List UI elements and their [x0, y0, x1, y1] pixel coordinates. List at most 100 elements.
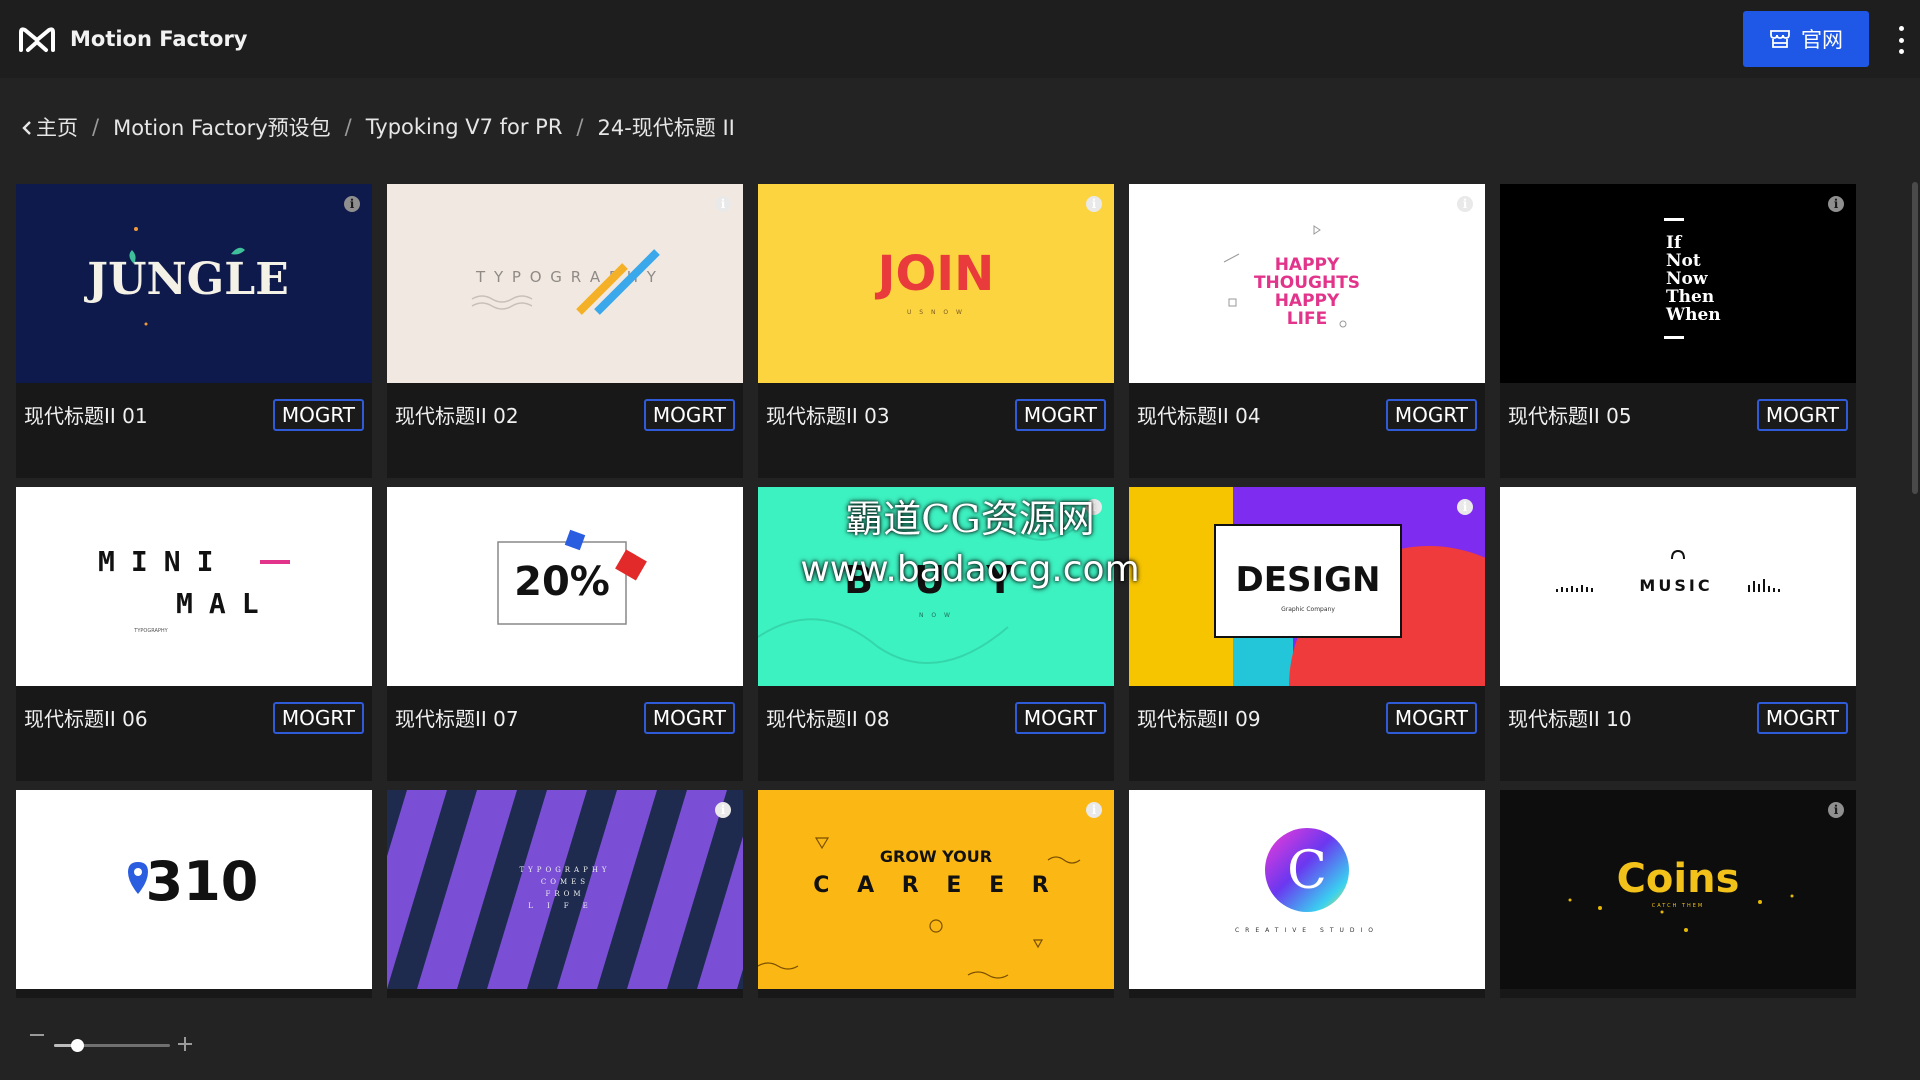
thumb-text-line: When [1665, 305, 1721, 325]
preset-title: 现代标题II 08 [766, 707, 890, 731]
zoom-out-icon[interactable] [30, 1034, 44, 1036]
top-bar: Motion Factory 官网 [0, 0, 1920, 78]
info-icon[interactable]: i [1828, 802, 1844, 818]
preset-thumbnail[interactable]: GROW YOUR C A R E E R i [758, 790, 1114, 989]
preset-card[interactable]: If Not Now Then When i 现代标题II 05 MOGRT [1500, 184, 1856, 478]
breadcrumb-separator: / [92, 115, 100, 139]
thumb-text-line: Then [1666, 287, 1714, 307]
preset-thumbnail[interactable]: MUSIC [1500, 487, 1856, 686]
preset-card[interactable]: MINI MAL TYPOGRAPHY 现代标题II 06 MOGRT [16, 487, 372, 781]
preset-thumbnail[interactable]: 310 [16, 790, 372, 989]
mogrt-badge-button[interactable]: MOGRT [643, 399, 735, 431]
preset-thumbnail[interactable]: 20% [387, 487, 743, 686]
thumb-text: 20% [514, 559, 610, 605]
preset-card[interactable]: 20% 现代标题II 07 MOGRT [387, 487, 743, 781]
info-icon[interactable]: i [1086, 499, 1102, 515]
preset-card[interactable]: JOIN U S N O W i 现代标题II 03 MOGRT [758, 184, 1114, 478]
preset-card[interactable]: 310 [16, 790, 372, 998]
preset-card[interactable]: B U Y N O W i 现代标题II 08 MOGRT [758, 487, 1114, 781]
motion-factory-logo-icon[interactable] [18, 24, 56, 54]
mogrt-badge-button[interactable]: MOGRT [1014, 702, 1106, 734]
zoom-slider[interactable] [54, 1039, 170, 1052]
mogrt-badge-button[interactable]: MOGRT [1756, 702, 1848, 734]
preset-card[interactable]: JUNGLE i 现代标题II 01 MOGRT [16, 184, 372, 478]
thumb-text: Coins [1617, 856, 1740, 902]
preset-grid: JUNGLE i 现代标题II 01 MOGRT T Y P O G R A P… [16, 184, 1859, 998]
preset-card[interactable]: T Y P O G R A P H Y i 现代标题II 02 MOGRT [387, 184, 743, 478]
scrollbar-thumb[interactable] [1912, 182, 1918, 494]
info-icon[interactable]: i [715, 802, 731, 818]
breadcrumb-level1[interactable]: Motion Factory预设包 [113, 112, 331, 142]
preset-title: 现代标题II 07 [395, 707, 519, 731]
preset-card[interactable]: HAPPY THOUGHTS HAPPY LIFE i 现代标题II 04 MO… [1129, 184, 1485, 478]
preset-thumbnail[interactable]: T Y P O G R A P H Y i [387, 184, 743, 383]
preset-title: 现代标题II 05 [1508, 404, 1632, 428]
info-icon[interactable]: i [1828, 196, 1844, 212]
preset-card[interactable]: GROW YOUR C A R E E R i [758, 790, 1114, 998]
app-title: Motion Factory [70, 27, 248, 51]
thumb-text-line: Not [1666, 251, 1701, 271]
thumb-subtext: TYPOGRAPHY [133, 628, 168, 634]
thumb-text-line: THOUGHTS [1254, 273, 1360, 293]
mogrt-badge-button[interactable]: MOGRT [1385, 702, 1477, 734]
breadcrumb-level2[interactable]: Typoking V7 for PR [366, 115, 563, 139]
preset-thumbnail[interactable]: Coins CATCH THEM i [1500, 790, 1856, 989]
thumb-subtext: CREATIVE STUDIO [1235, 927, 1379, 934]
thumb-text-line: FROM [545, 890, 584, 898]
thumb-text: JOIN [875, 246, 995, 302]
preset-title: 现代标题II 10 [1508, 707, 1632, 731]
official-site-label: 官网 [1801, 28, 1843, 52]
bottom-bar [0, 1000, 1920, 1080]
preset-thumbnail[interactable]: B U Y N O W i [758, 487, 1114, 686]
info-icon[interactable]: i [1086, 196, 1102, 212]
breadcrumb-separator: / [344, 115, 352, 139]
info-icon[interactable]: i [1086, 802, 1102, 818]
thumb-text: 310 [146, 850, 259, 913]
preset-thumbnail[interactable]: JUNGLE i [16, 184, 372, 383]
official-site-button[interactable]: 官网 [1743, 11, 1869, 67]
kebab-menu-icon[interactable] [1896, 26, 1906, 54]
preset-thumbnail[interactable]: TYPOGRAPHY COMES FROM LIFE i [387, 790, 743, 989]
info-icon[interactable]: i [715, 196, 731, 212]
mogrt-badge-button[interactable]: MOGRT [1756, 399, 1848, 431]
preset-card[interactable]: DESIGN Graphic Company i 现代标题II 09 MOGRT [1129, 487, 1485, 781]
mogrt-badge-button[interactable]: MOGRT [272, 702, 364, 734]
preset-thumbnail[interactable]: HAPPY THOUGHTS HAPPY LIFE i [1129, 184, 1485, 383]
thumb-text-line: MINI [98, 545, 229, 578]
info-icon[interactable]: i [344, 196, 360, 212]
chevron-left-icon [22, 121, 31, 135]
thumb-subtext: U S N O W [907, 309, 965, 316]
info-icon[interactable]: i [1457, 499, 1473, 515]
thumb-text-line: MAL [176, 587, 275, 620]
mogrt-badge-button[interactable]: MOGRT [272, 399, 364, 431]
thumb-text: C [1287, 841, 1327, 901]
breadcrumb: 主页 / Motion Factory预设包 / Typoking V7 for… [22, 112, 735, 142]
preset-title: 现代标题II 01 [24, 404, 148, 428]
preset-thumbnail[interactable]: DESIGN Graphic Company i [1129, 487, 1485, 686]
breadcrumb-home-label: 主页 [36, 116, 78, 140]
thumb-text-line: LIFE [1287, 309, 1327, 329]
preset-thumbnail[interactable]: C CREATIVE STUDIO [1129, 790, 1485, 989]
preset-card[interactable]: TYPOGRAPHY COMES FROM LIFE i [387, 790, 743, 998]
preset-thumbnail[interactable]: MINI MAL TYPOGRAPHY [16, 487, 372, 686]
preset-card[interactable]: MUSIC 现代标题II 10 MOGRT [1500, 487, 1856, 781]
mogrt-badge-button[interactable]: MOGRT [1014, 399, 1106, 431]
breadcrumb-home[interactable]: 主页 [22, 112, 78, 142]
thumb-subtext: CATCH THEM [1652, 903, 1704, 909]
thumb-text: MUSIC [1639, 576, 1712, 595]
preset-thumbnail[interactable]: If Not Now Then When i [1500, 184, 1856, 383]
thumb-text-line: If [1666, 233, 1683, 253]
preset-title: 现代标题II 09 [1137, 707, 1261, 731]
mogrt-badge-button[interactable]: MOGRT [1385, 399, 1477, 431]
store-icon [1770, 30, 1790, 48]
thumb-text: B U Y [844, 558, 1028, 602]
preset-card[interactable]: C CREATIVE STUDIO [1129, 790, 1485, 998]
preset-thumbnail[interactable]: JOIN U S N O W i [758, 184, 1114, 383]
mogrt-badge-button[interactable]: MOGRT [643, 702, 735, 734]
info-icon[interactable]: i [1457, 196, 1473, 212]
preset-card[interactable]: Coins CATCH THEM i [1500, 790, 1856, 998]
thumb-subtext: N O W [919, 612, 953, 619]
preset-title: 现代标题II 03 [766, 404, 890, 428]
preset-title: 现代标题II 04 [1137, 404, 1261, 428]
zoom-in-icon[interactable] [178, 1037, 192, 1051]
